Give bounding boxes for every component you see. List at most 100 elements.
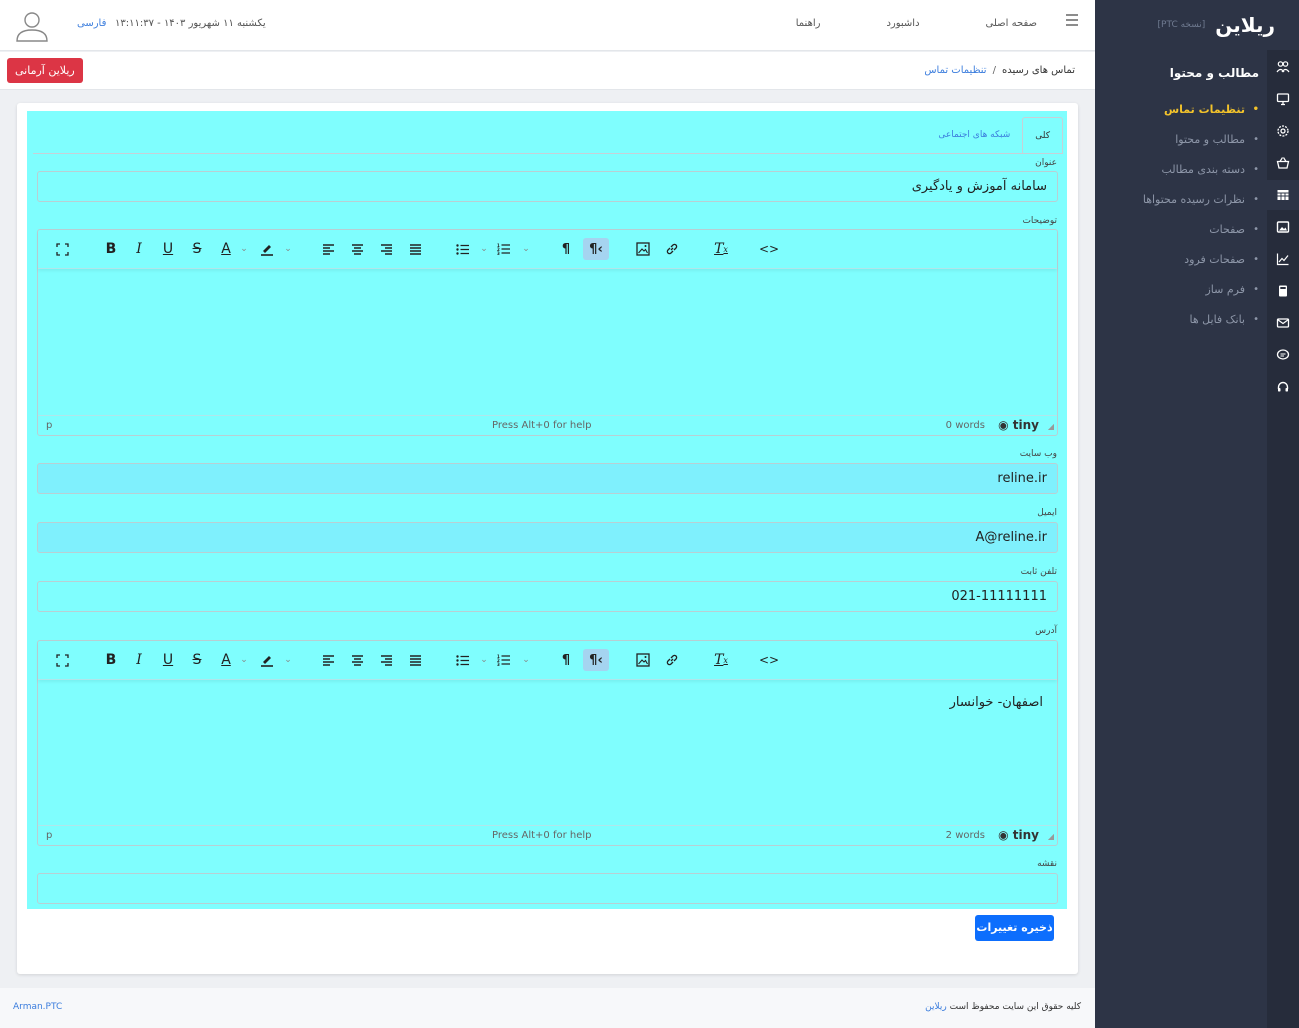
sidebar-item-file-bank[interactable]: • بانک فایل ها bbox=[1109, 304, 1259, 334]
element-path[interactable]: p bbox=[46, 830, 52, 841]
address-editor[interactable]: B I U S A ⌄ ⌄ ⌄ 123 ⌄ ¶ ¶‹ Tx <> اصفهان-… bbox=[37, 640, 1058, 846]
menu-toggle-icon[interactable] bbox=[1065, 14, 1079, 28]
text-color-icon[interactable]: A bbox=[215, 649, 237, 671]
chevron-down-icon[interactable]: ⌄ bbox=[238, 238, 250, 260]
strikethrough-icon[interactable]: S bbox=[186, 649, 208, 671]
sidebar-item-contact-settings[interactable]: • تنظیمات تماس bbox=[1109, 94, 1259, 124]
sidebar-item-posts[interactable]: • مطالب و محتوا bbox=[1109, 124, 1259, 154]
fullscreen-icon[interactable] bbox=[51, 238, 73, 260]
chevron-down-icon[interactable]: ⌄ bbox=[520, 238, 532, 260]
user-button[interactable]: ریلاین آرمانی bbox=[7, 58, 83, 83]
description-editor-body[interactable] bbox=[38, 270, 1057, 298]
underline-icon[interactable]: U bbox=[157, 649, 179, 671]
insert-image-icon[interactable] bbox=[632, 649, 654, 671]
chat-icon[interactable] bbox=[1267, 340, 1299, 370]
description-editor[interactable]: B I U S A ⌄ ⌄ ⌄ 123 ⌄ ¶ ¶‹ Tx <> p Press… bbox=[37, 229, 1058, 436]
align-left-icon[interactable] bbox=[317, 238, 339, 260]
language-switch[interactable]: فارسی bbox=[77, 18, 106, 29]
sidebar-item-form-builder[interactable]: • فرم ساز bbox=[1109, 274, 1259, 304]
headset-icon[interactable] bbox=[1267, 372, 1299, 402]
link-icon[interactable] bbox=[661, 238, 683, 260]
nav-home[interactable]: صفحه اصلی bbox=[986, 18, 1037, 29]
text-color-icon[interactable]: A bbox=[215, 238, 237, 260]
sidebar-item-landing-pages[interactable]: • صفحات فرود bbox=[1109, 244, 1259, 274]
align-center-icon[interactable] bbox=[346, 649, 368, 671]
sidebar-item-comments[interactable]: • نظرات رسیده محتواها bbox=[1109, 184, 1259, 214]
footer: Arman.PTC کلیه حقوق این سایت محفوظ است ر… bbox=[0, 988, 1095, 1028]
image-icon[interactable] bbox=[1267, 212, 1299, 242]
tiny-logo[interactable]: ◉ tiny bbox=[998, 418, 1039, 432]
map-label: نقشه bbox=[1037, 859, 1057, 869]
nav-help[interactable]: راهنما bbox=[796, 18, 821, 29]
align-right-icon[interactable] bbox=[375, 238, 397, 260]
logo[interactable]: ریلاین [نسخه PTC] bbox=[1158, 10, 1275, 40]
resize-handle-icon[interactable]: ◢ bbox=[1048, 422, 1054, 431]
breadcrumb-root[interactable]: تماس های رسیده bbox=[1002, 65, 1075, 76]
calculator-icon[interactable] bbox=[1267, 276, 1299, 306]
chevron-down-icon[interactable]: ⌄ bbox=[282, 238, 294, 260]
resize-handle-icon[interactable]: ◢ bbox=[1048, 832, 1054, 841]
align-left-icon[interactable] bbox=[317, 649, 339, 671]
strikethrough-icon[interactable]: S bbox=[186, 238, 208, 260]
chevron-down-icon[interactable]: ⌄ bbox=[478, 238, 490, 260]
chart-line-icon[interactable] bbox=[1267, 244, 1299, 274]
map-input[interactable] bbox=[37, 873, 1058, 904]
word-count[interactable]: 2 words bbox=[946, 830, 985, 841]
chevron-down-icon[interactable]: ⌄ bbox=[520, 649, 532, 671]
nav-dashboard[interactable]: داشبورد bbox=[886, 18, 919, 29]
source-code-icon[interactable]: <> bbox=[758, 649, 780, 671]
monitor-icon[interactable] bbox=[1267, 84, 1299, 114]
address-editor-body[interactable]: اصفهان- خوانسار bbox=[38, 681, 1057, 724]
link-icon[interactable] bbox=[661, 649, 683, 671]
tab-social-networks[interactable]: شبکه های اجتماعی bbox=[926, 117, 1022, 153]
email-input[interactable]: A@reline.ir bbox=[37, 522, 1058, 553]
source-code-icon[interactable]: <> bbox=[758, 238, 780, 260]
chevron-down-icon[interactable]: ⌄ bbox=[238, 649, 250, 671]
align-justify-icon[interactable] bbox=[404, 649, 426, 671]
clear-formatting-icon[interactable]: Tx bbox=[710, 649, 732, 671]
align-justify-icon[interactable] bbox=[404, 238, 426, 260]
title-input[interactable]: سامانه آموزش و یادگیری bbox=[37, 171, 1058, 202]
align-center-icon[interactable] bbox=[346, 238, 368, 260]
sidebar-item-categories[interactable]: • دسته بندی مطالب bbox=[1109, 154, 1259, 184]
mail-icon[interactable] bbox=[1267, 308, 1299, 338]
footer-credit-link[interactable]: Arman.PTC bbox=[13, 1002, 62, 1012]
ltr-direction-icon[interactable]: ¶ bbox=[555, 649, 577, 671]
align-right-icon[interactable] bbox=[375, 649, 397, 671]
website-input[interactable]: reline.ir bbox=[37, 463, 1058, 494]
users-icon[interactable] bbox=[1267, 52, 1299, 82]
basket-icon[interactable] bbox=[1267, 148, 1299, 178]
bold-icon[interactable]: B bbox=[100, 238, 122, 260]
rtl-direction-icon[interactable]: ¶‹ bbox=[583, 238, 609, 260]
rtl-direction-icon[interactable]: ¶‹ bbox=[583, 649, 609, 671]
numbered-list-icon[interactable]: 123 bbox=[493, 238, 515, 260]
numbered-list-icon[interactable]: 123 bbox=[493, 649, 515, 671]
table-icon[interactable] bbox=[1267, 180, 1299, 210]
insert-image-icon[interactable] bbox=[632, 238, 654, 260]
italic-icon[interactable]: I bbox=[128, 238, 150, 260]
highlight-icon[interactable] bbox=[256, 238, 278, 260]
fullscreen-icon[interactable] bbox=[51, 649, 73, 671]
email-label: ایمیل bbox=[1037, 508, 1057, 518]
save-button[interactable]: ذخیره تغییرات bbox=[975, 915, 1054, 941]
clear-formatting-icon[interactable]: Tx bbox=[710, 238, 732, 260]
copyright-link[interactable]: ریلاین bbox=[925, 1002, 947, 1012]
bullet-list-icon[interactable] bbox=[452, 649, 474, 671]
chevron-down-icon[interactable]: ⌄ bbox=[478, 649, 490, 671]
bold-icon[interactable]: B bbox=[100, 649, 122, 671]
gear-icon[interactable] bbox=[1267, 116, 1299, 146]
tiny-logo[interactable]: ◉ tiny bbox=[998, 828, 1039, 842]
highlight-icon[interactable] bbox=[256, 649, 278, 671]
phone-input[interactable]: 021-11111111 bbox=[37, 581, 1058, 612]
ltr-direction-icon[interactable]: ¶ bbox=[555, 238, 577, 260]
chevron-down-icon[interactable]: ⌄ bbox=[282, 649, 294, 671]
avatar-icon[interactable] bbox=[14, 8, 50, 44]
breadcrumb-current[interactable]: تنظیمات تماس bbox=[924, 65, 986, 76]
word-count[interactable]: 0 words bbox=[946, 420, 985, 431]
tab-general[interactable]: کلی bbox=[1022, 117, 1063, 153]
underline-icon[interactable]: U bbox=[157, 238, 179, 260]
bullet-list-icon[interactable] bbox=[452, 238, 474, 260]
sidebar-item-pages[interactable]: • صفحات bbox=[1109, 214, 1259, 244]
italic-icon[interactable]: I bbox=[128, 649, 150, 671]
element-path[interactable]: p bbox=[46, 420, 52, 431]
